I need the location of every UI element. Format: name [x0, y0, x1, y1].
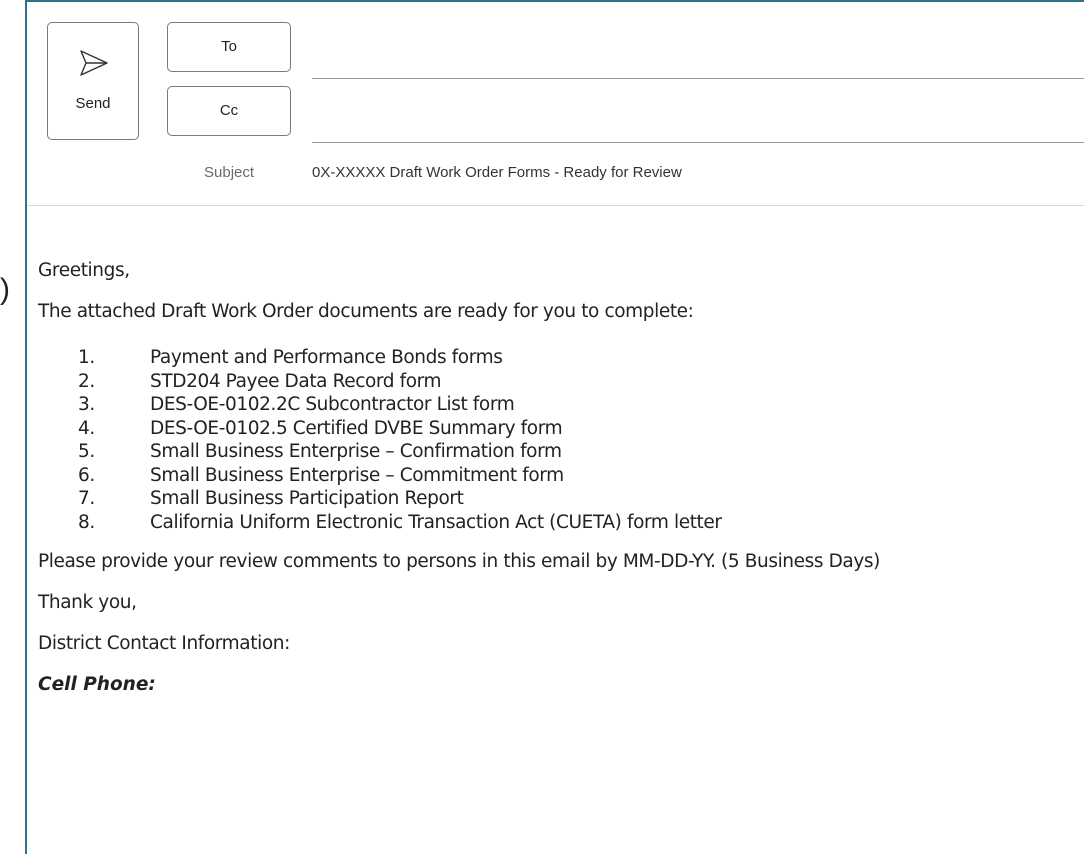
- list-item-text: Payment and Performance Bonds forms: [150, 347, 503, 368]
- compose-window: Send To Cc Subject 0X-XXXXX Draft Work O…: [25, 0, 1084, 854]
- list-item-text: DES-OE-0102.2C Subcontractor List form: [150, 394, 515, 415]
- cc-button[interactable]: Cc: [167, 86, 291, 136]
- list-item-text: California Uniform Electronic Transactio…: [150, 511, 722, 533]
- document-list: 1. Payment and Performance Bonds forms 2.…: [38, 346, 1084, 534]
- message-body[interactable]: Greetings, The attached Draft Work Order…: [38, 257, 1084, 699]
- send-button[interactable]: Send: [47, 22, 139, 140]
- to-field[interactable]: [312, 78, 1084, 79]
- stray-parenthesis: ): [0, 273, 10, 306]
- cell-phone-label: Cell Phone:: [38, 674, 156, 695]
- list-item: 5. Small Business Enterprise – Confirmati…: [38, 440, 1084, 464]
- list-item: 3. DES-OE-0102.2C Subcontractor List form: [38, 393, 1084, 417]
- list-item: 7. Small Business Participation Report: [38, 487, 1084, 511]
- list-item-number: 1.: [78, 347, 95, 368]
- send-label: Send: [75, 95, 111, 112]
- list-item-number: 4.: [78, 417, 95, 439]
- subject-field[interactable]: 0X-XXXXX Draft Work Order Forms - Ready …: [312, 164, 682, 181]
- list-item: 8. California Uniform Electronic Transact…: [38, 511, 1084, 535]
- list-item-number: 2.: [78, 370, 95, 392]
- intro-text: The attached Draft Work Order documents …: [38, 301, 694, 322]
- list-item-number: 8.: [78, 511, 95, 533]
- send-icon: [80, 50, 108, 76]
- list-item: 4. DES-OE-0102.5 Certified DVBE Summary f…: [38, 417, 1084, 441]
- list-item-text: Small Business Enterprise – Commitment f…: [150, 464, 564, 486]
- list-item: 1. Payment and Performance Bonds forms: [38, 346, 1084, 370]
- list-item-text: STD204 Payee Data Record form: [150, 370, 442, 392]
- list-item-text: Small Business Enterprise – Confirmation…: [150, 441, 562, 462]
- cc-field[interactable]: [312, 142, 1084, 143]
- compose-header: Send To Cc Subject 0X-XXXXX Draft Work O…: [27, 2, 1084, 206]
- review-request-text: Please provide your review comments to p…: [38, 551, 880, 572]
- thanks-text: Thank you,: [38, 592, 137, 613]
- to-button[interactable]: To: [167, 22, 291, 72]
- contact-heading: District Contact Information:: [38, 633, 290, 654]
- list-item-text: DES-OE-0102.5 Certified DVBE Summary for…: [150, 417, 563, 439]
- list-item-number: 3.: [78, 394, 95, 415]
- list-item-number: 7.: [78, 488, 95, 509]
- list-item: 6. Small Business Enterprise – Commitment…: [38, 464, 1084, 488]
- greeting-text: Greetings,: [38, 260, 130, 281]
- subject-label: Subject: [204, 164, 255, 181]
- list-item: 2. STD204 Payee Data Record form: [38, 370, 1084, 394]
- list-item-text: Small Business Participation Report: [150, 488, 464, 509]
- list-item-number: 5.: [78, 441, 95, 462]
- list-item-number: 6.: [78, 464, 95, 486]
